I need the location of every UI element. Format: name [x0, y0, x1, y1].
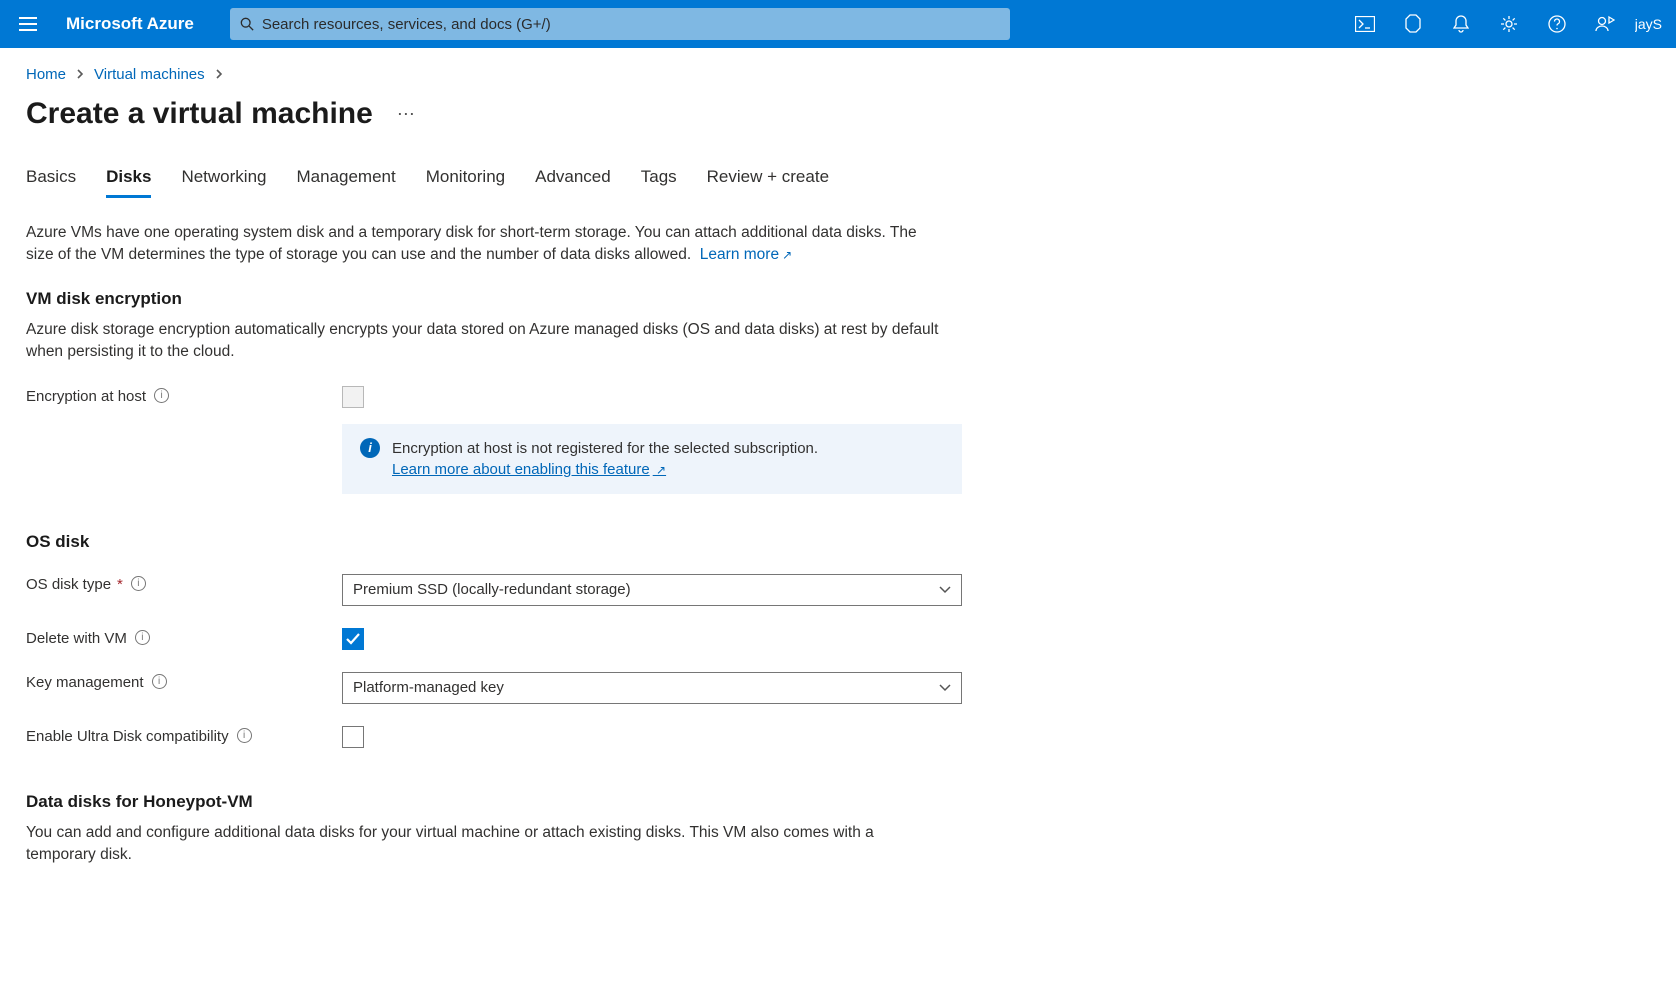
info-icon[interactable]: i: [135, 630, 150, 645]
more-actions-button[interactable]: ⋯: [391, 100, 422, 129]
tab-tags[interactable]: Tags: [641, 167, 677, 198]
tab-basics[interactable]: Basics: [26, 167, 76, 198]
global-search-box[interactable]: [230, 8, 1010, 40]
info-icon[interactable]: i: [237, 728, 252, 743]
info-icon[interactable]: i: [131, 576, 146, 591]
section-title-datadisks: Data disks for Honeypot-VM: [26, 792, 1650, 812]
datadisks-desc: You can add and configure additional dat…: [26, 822, 946, 867]
tab-monitoring[interactable]: Monitoring: [426, 167, 505, 198]
gear-icon: [1500, 15, 1518, 33]
account-label[interactable]: jayS: [1635, 16, 1668, 32]
tab-management[interactable]: Management: [297, 167, 396, 198]
os-disk-type-select[interactable]: Premium SSD (locally-redundant storage): [342, 574, 962, 606]
intro-learn-more-link[interactable]: Learn more↗: [700, 246, 792, 263]
help-icon: [1548, 15, 1566, 33]
wizard-tabs: Basics Disks Networking Management Monit…: [26, 167, 1650, 198]
intro-paragraph: Azure VMs have one operating system disk…: [26, 222, 946, 267]
section-title-osdisk: OS disk: [26, 532, 1650, 552]
breadcrumb: Home Virtual machines: [26, 66, 1650, 83]
chevron-down-icon: [939, 679, 951, 696]
help-button[interactable]: [1535, 4, 1579, 44]
tab-advanced[interactable]: Advanced: [535, 167, 611, 198]
encryption-at-host-checkbox[interactable]: [342, 386, 364, 408]
search-icon: [240, 17, 254, 31]
settings-button[interactable]: [1487, 4, 1531, 44]
global-search-input[interactable]: [262, 16, 1000, 33]
tab-disks[interactable]: Disks: [106, 167, 151, 198]
page-content: Home Virtual machines Create a virtual m…: [0, 48, 1676, 867]
copilot-icon: [1404, 14, 1422, 34]
check-icon: [346, 633, 360, 645]
key-management-select[interactable]: Platform-managed key: [342, 672, 962, 704]
external-link-icon: ↗: [782, 248, 792, 262]
delete-with-vm-checkbox[interactable]: [342, 628, 364, 650]
brand-label: Microsoft Azure: [66, 14, 194, 34]
info-icon[interactable]: i: [152, 674, 167, 689]
hamburger-menu-button[interactable]: [8, 4, 48, 44]
encryption-at-host-label: Encryption at host: [26, 388, 146, 405]
chevron-right-icon: [76, 67, 84, 82]
delete-with-vm-label: Delete with VM: [26, 630, 127, 647]
feedback-icon: [1595, 15, 1615, 33]
ultra-disk-label: Enable Ultra Disk compatibility: [26, 728, 229, 745]
cloud-shell-button[interactable]: [1343, 4, 1387, 44]
encryption-info-box: i Encryption at host is not registered f…: [342, 424, 962, 494]
os-disk-type-value: Premium SSD (locally-redundant storage): [353, 581, 631, 598]
breadcrumb-home[interactable]: Home: [26, 66, 66, 83]
ultra-disk-checkbox[interactable]: [342, 726, 364, 748]
chevron-down-icon: [939, 581, 951, 598]
topbar-actions: [1343, 4, 1627, 44]
info-badge-icon: i: [360, 438, 380, 458]
tab-review[interactable]: Review + create: [707, 167, 829, 198]
key-management-label: Key management: [26, 674, 144, 691]
chevron-right-icon: [215, 67, 223, 82]
page-title: Create a virtual machine: [26, 97, 373, 131]
bell-icon: [1453, 15, 1469, 33]
hamburger-icon: [19, 17, 37, 31]
section-title-encryption: VM disk encryption: [26, 289, 1650, 309]
copilot-button[interactable]: [1391, 4, 1435, 44]
top-bar: Microsoft Azure jayS: [0, 0, 1676, 48]
encryption-desc: Azure disk storage encryption automatica…: [26, 319, 946, 364]
external-link-icon: ↗: [653, 463, 666, 477]
encryption-info-text: Encryption at host is not registered for…: [392, 440, 818, 457]
feedback-button[interactable]: [1583, 4, 1627, 44]
notifications-button[interactable]: [1439, 4, 1483, 44]
required-marker: *: [117, 576, 123, 593]
ellipsis-icon: ⋯: [397, 104, 416, 124]
key-management-value: Platform-managed key: [353, 679, 504, 696]
cloud-shell-icon: [1355, 16, 1375, 32]
info-icon[interactable]: i: [154, 388, 169, 403]
breadcrumb-vms[interactable]: Virtual machines: [94, 66, 205, 83]
os-disk-type-label: OS disk type: [26, 576, 111, 593]
encryption-info-link[interactable]: Learn more about enabling this feature ↗: [392, 461, 666, 478]
tab-networking[interactable]: Networking: [181, 167, 266, 198]
